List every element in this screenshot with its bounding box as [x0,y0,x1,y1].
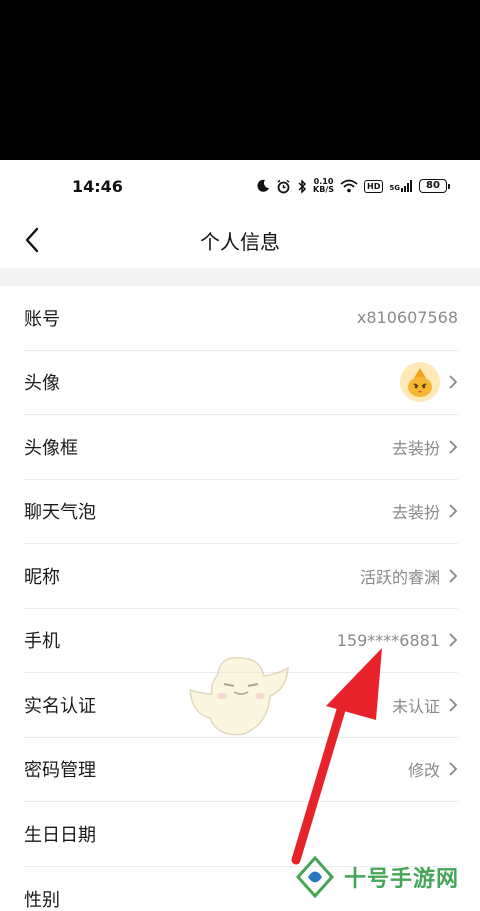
nickname-value: 活跃的睿渊 [359,567,440,587]
row-password[interactable]: 密码管理 修改 [24,738,458,802]
row-avatar[interactable]: 头像 [24,351,458,415]
top-black-area [0,0,480,160]
net-speed: 0.10 KB/S [313,177,335,194]
chevron-right-icon [449,440,458,454]
row-label: 聊天气泡 [24,502,96,524]
status-bar: 14:46 0.10 KB/S HD 5G 80 [0,160,480,212]
chevron-right-icon [449,698,458,712]
row-label: 实名认证 [24,695,96,717]
status-time: 14:46 [72,176,123,196]
row-label: 手机 [24,631,60,653]
hd-badge: HD [364,179,384,193]
row-account[interactable]: 账号 x810607568 [24,286,458,351]
chevron-right-icon [449,569,458,583]
row-chat-bubble[interactable]: 聊天气泡 去装扮 [24,480,458,544]
row-avatar-frame[interactable]: 头像框 去装扮 [24,415,458,480]
watermark-mascot-icon [189,657,289,736]
phone-value: 159****6881 [336,630,440,650]
nav-bar: 个人信息 [0,212,480,268]
chevron-right-icon [449,375,458,389]
row-label: 账号 [24,308,60,330]
watermark-leaf-icon [295,856,335,898]
row-label: 生日日期 [24,824,96,846]
row-label: 昵称 [24,566,60,588]
row-label: 性别 [24,889,60,911]
section-divider [0,268,480,286]
row-label: 头像 [24,373,60,395]
avatar-frame-value: 去装扮 [391,438,440,458]
watermark-logo: 十号手游网 [294,856,459,898]
bluetooth-icon [298,178,307,194]
signal-icon: 5G [389,180,413,192]
avatar [400,362,440,403]
password-value: 修改 [407,761,440,781]
row-nickname[interactable]: 昵称 活跃的睿渊 [24,544,458,609]
battery-level: 80 [419,179,447,193]
verification-status: 未认证 [391,696,440,716]
chevron-right-icon [449,762,458,776]
chevron-right-icon [449,504,458,518]
chevron-right-icon [449,633,458,647]
row-label: 头像框 [24,437,78,459]
account-value: x810607568 [356,308,458,328]
alarm-icon [277,179,290,193]
status-icons: 0.10 KB/S HD 5G 80 [256,178,450,194]
profile-list: 账号 x810607568 头像 头像框 去装扮 聊天气泡 去装扮 昵称 活跃的… [0,286,480,911]
moon-icon [257,179,270,192]
battery-icon: 80 [419,179,450,193]
wifi-icon [340,179,358,193]
watermark-text: 十号手游网 [344,867,460,892]
chat-bubble-value: 去装扮 [391,503,440,523]
row-label: 密码管理 [24,760,96,782]
page-title: 个人信息 [200,230,280,254]
